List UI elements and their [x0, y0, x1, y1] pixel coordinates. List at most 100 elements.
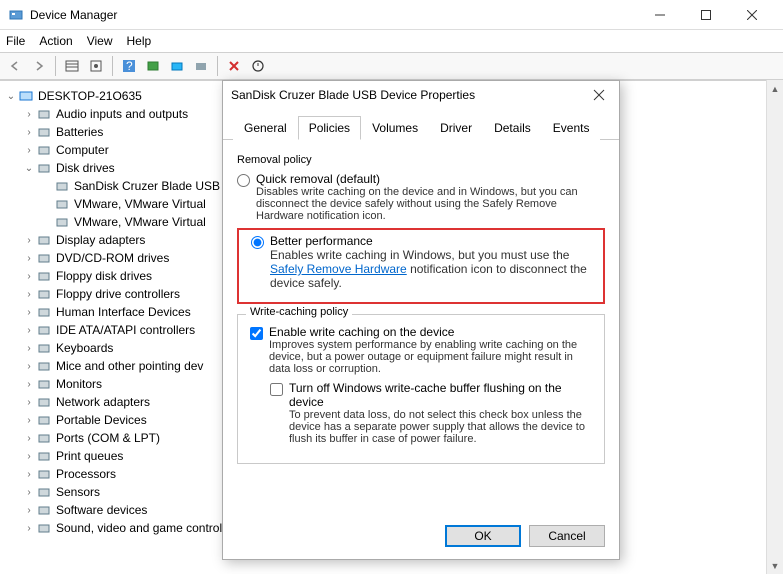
tree-item[interactable]: VMware, VMware Virtual [4, 213, 256, 231]
device-icon [36, 160, 52, 176]
menu-action[interactable]: Action [39, 34, 72, 48]
scrollbar-vertical[interactable]: ▲ ▼ [766, 80, 783, 574]
tree-item[interactable]: ›Sound, video and game controllers [4, 519, 256, 537]
dialog-titlebar: SanDisk Cruzer Blade USB Device Properti… [223, 81, 619, 109]
tree-item[interactable]: ›Computer [4, 141, 256, 159]
tree-item[interactable]: ›Floppy drive controllers [4, 285, 256, 303]
device-tree[interactable]: ⌄ DESKTOP-21O635 ›Audio inputs and outpu… [0, 81, 260, 574]
device-icon [36, 502, 52, 518]
tab-details[interactable]: Details [483, 116, 542, 140]
safely-remove-link[interactable]: Safely Remove Hardware [270, 262, 407, 276]
tree-item[interactable]: ›Batteries [4, 123, 256, 141]
tab-volumes[interactable]: Volumes [361, 116, 429, 140]
window-title: Device Manager [30, 8, 637, 22]
toolbar: ? [0, 52, 783, 80]
tree-item-label: Display adapters [56, 233, 145, 247]
tree-item[interactable]: ›Audio inputs and outputs [4, 105, 256, 123]
device-icon [36, 448, 52, 464]
scroll-down-button[interactable]: ▼ [767, 557, 783, 574]
quick-removal-desc: Disables write caching on the device and… [256, 186, 605, 222]
tree-item[interactable]: ›IDE ATA/ATAPI controllers [4, 321, 256, 339]
turnoff-flushing-option[interactable]: Turn off Windows write-cache buffer flus… [270, 381, 592, 445]
enable-button[interactable] [247, 55, 269, 77]
device-icon [36, 520, 52, 536]
tree-item-label: Floppy drive controllers [56, 287, 180, 301]
enable-write-caching-desc: Improves system performance by enabling … [269, 339, 592, 375]
better-performance-radio[interactable] [251, 236, 264, 249]
help-button[interactable]: ? [118, 55, 140, 77]
device-icon [54, 196, 70, 212]
enable-write-caching-checkbox[interactable] [250, 327, 263, 340]
write-caching-group: Write-caching policy Enable write cachin… [237, 314, 605, 464]
tab-events[interactable]: Events [542, 116, 601, 140]
device-icon [36, 286, 52, 302]
close-button[interactable] [729, 0, 775, 30]
device-icon [36, 394, 52, 410]
tree-item[interactable]: ›Network adapters [4, 393, 256, 411]
properties-button[interactable] [85, 55, 107, 77]
tree-item[interactable]: SanDisk Cruzer Blade USB [4, 177, 256, 195]
tree-item-label: Software devices [56, 503, 147, 517]
tree-item-label: Batteries [56, 125, 103, 139]
menu-view[interactable]: View [87, 34, 113, 48]
minimize-button[interactable] [637, 0, 683, 30]
ok-button[interactable]: OK [445, 525, 521, 547]
back-button[interactable] [4, 55, 26, 77]
scan-button[interactable] [142, 55, 164, 77]
tree-item[interactable]: ›Display adapters [4, 231, 256, 249]
tree-item[interactable]: VMware, VMware Virtual [4, 195, 256, 213]
scroll-up-button[interactable]: ▲ [767, 80, 783, 97]
tree-item[interactable]: ›Floppy disk drives [4, 267, 256, 285]
titlebar: Device Manager [0, 0, 783, 30]
tree-item-label: IDE ATA/ATAPI controllers [56, 323, 195, 337]
forward-button[interactable] [28, 55, 50, 77]
quick-removal-radio[interactable] [237, 174, 250, 187]
tree-item-label: Sensors [56, 485, 100, 499]
tree-item[interactable]: ›Monitors [4, 375, 256, 393]
tree-item-label: Print queues [56, 449, 123, 463]
tree-item[interactable]: ›Portable Devices [4, 411, 256, 429]
device-icon [36, 358, 52, 374]
maximize-button[interactable] [683, 0, 729, 30]
device-icon [36, 250, 52, 266]
tree-item[interactable]: ›Keyboards [4, 339, 256, 357]
disable-button[interactable] [223, 55, 245, 77]
tab-general[interactable]: General [233, 116, 298, 140]
tab-driver[interactable]: Driver [429, 116, 483, 140]
dialog-tabs: GeneralPoliciesVolumesDriverDetailsEvent… [223, 109, 619, 140]
better-performance-option[interactable]: Better performance Enables write caching… [251, 234, 591, 290]
tree-item[interactable]: ⌄Disk drives [4, 159, 256, 177]
device-icon [36, 268, 52, 284]
update-button[interactable] [166, 55, 188, 77]
turnoff-flushing-checkbox[interactable] [270, 383, 283, 396]
tree-root-label: DESKTOP-21O635 [38, 89, 142, 103]
dialog-close-button[interactable] [587, 83, 611, 107]
device-icon [36, 142, 52, 158]
tree-item[interactable]: ›Sensors [4, 483, 256, 501]
uninstall-button[interactable] [190, 55, 212, 77]
menu-help[interactable]: Help [127, 34, 152, 48]
tree-item[interactable]: ›Software devices [4, 501, 256, 519]
show-hide-tree-button[interactable] [61, 55, 83, 77]
enable-write-caching-option[interactable]: Enable write caching on the device Impro… [250, 325, 592, 375]
tab-policies[interactable]: Policies [298, 116, 361, 140]
tree-item-label: Floppy disk drives [56, 269, 152, 283]
cancel-button[interactable]: Cancel [529, 525, 605, 547]
tree-item-label: Computer [56, 143, 109, 157]
tree-item[interactable]: ›Print queues [4, 447, 256, 465]
tree-root[interactable]: ⌄ DESKTOP-21O635 [4, 87, 256, 105]
tree-item[interactable]: ›Processors [4, 465, 256, 483]
tree-item-label: Disk drives [56, 161, 115, 175]
tree-item-label: Human Interface Devices [56, 305, 191, 319]
tree-item[interactable]: ›Human Interface Devices [4, 303, 256, 321]
device-icon [36, 340, 52, 356]
tree-item-label: Portable Devices [56, 413, 147, 427]
quick-removal-option[interactable]: Quick removal (default) Disables write c… [237, 172, 605, 222]
tree-item-label: SanDisk Cruzer Blade USB [74, 179, 220, 193]
device-icon [36, 484, 52, 500]
turnoff-flushing-title: Turn off Windows write-cache buffer flus… [289, 381, 592, 409]
tree-item[interactable]: ›DVD/CD-ROM drives [4, 249, 256, 267]
menu-file[interactable]: File [6, 34, 25, 48]
tree-item[interactable]: ›Ports (COM & LPT) [4, 429, 256, 447]
tree-item[interactable]: ›Mice and other pointing dev [4, 357, 256, 375]
